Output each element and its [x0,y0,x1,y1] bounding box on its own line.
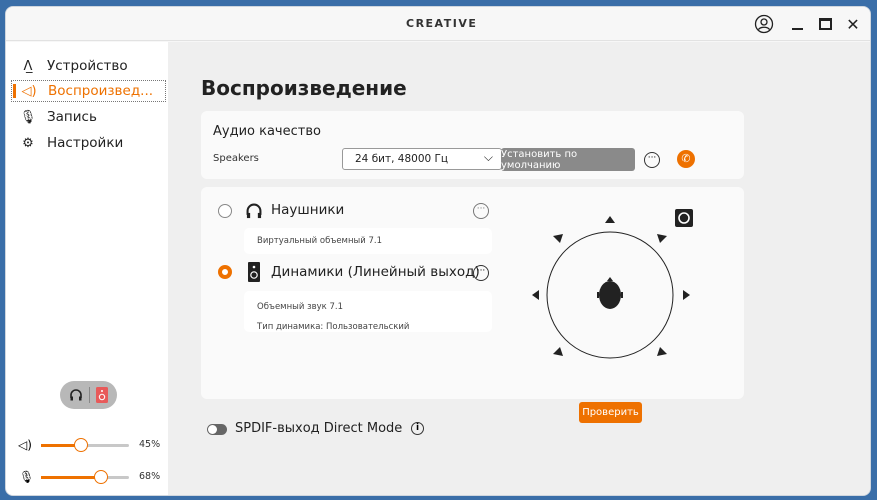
speaker-side-left-icon [532,290,539,300]
close-icon: ✕ [846,14,860,34]
test-button[interactable]: Проверить [579,402,642,423]
listener-head-icon [597,277,623,309]
output-name: Наушники [271,202,345,218]
speaker-box-icon [96,387,108,403]
divider [89,387,90,403]
output-name: Динамики (Линейный выход) [271,264,480,280]
close-button[interactable]: ✕ [842,13,864,35]
headphones-icon [246,203,262,219]
speaker-box-icon [248,262,260,282]
mic-slider[interactable] [41,470,129,484]
speakers-radio[interactable] [218,265,232,279]
format-select[interactable]: 24 бит, 48000 Гц ⌵ [342,148,502,170]
minimize-button[interactable] [786,13,808,35]
volume-icon: ◁) [18,438,32,452]
volume-value: 45% [139,439,161,450]
speaker-icon: ◁) [21,83,37,99]
device-label: Speakers [213,153,259,164]
headphones-icon [70,389,82,401]
section-heading: Аудио качество [213,124,321,139]
maximize-icon [818,18,832,30]
minimize-icon [791,28,803,30]
output-details: Объемный звук 7.1 Тип динамика: Пользоват… [244,291,492,332]
sidebar: Λ̲ Устройство ◁) Воспроизвед... 🎙︎ Запись ⚙… [6,42,168,495]
slider-handle[interactable] [93,470,108,484]
subwoofer-icon [675,209,693,227]
more-options-icon[interactable]: ··· [644,152,660,168]
speaker-front-right-icon [657,234,667,243]
microphone-icon: 🎙︎ [19,470,35,484]
more-options-icon[interactable]: ··· [473,203,489,219]
speaker-rear-right-icon [657,347,667,356]
headphones-radio[interactable] [218,204,232,218]
speaker-front-left-icon [553,234,563,243]
phone-icon[interactable]: ✆ [677,150,695,168]
speaker-rear-left-icon [553,347,563,356]
output-details: Виртуальный объемный 7.1 [244,228,492,254]
mic-value: 68% [139,471,161,482]
audio-quality-card: Аудио качество Speakers 24 бит, 48000 Гц… [201,111,744,179]
device-icon: Λ̲ [23,58,33,74]
spdif-toggle[interactable] [207,424,227,435]
output-switch[interactable] [60,381,117,409]
set-default-button[interactable]: Установить по умолчанию [501,148,635,171]
page-title: Воспроизведение [201,76,407,100]
sidebar-item-playback[interactable]: ◁) Воспроизвед... [11,80,166,102]
sidebar-item-settings[interactable]: ⚙ Настройки [11,132,166,154]
slider-handle[interactable] [73,438,88,452]
info-icon[interactable]: i [411,422,424,435]
sidebar-item-recording[interactable]: 🎙︎ Запись [11,106,166,128]
title-bar: CREATIVE ✕ [6,7,870,41]
volume-slider[interactable] [41,438,129,452]
creative-logo: CREATIVE [406,17,478,30]
more-options-icon[interactable]: ··· [473,265,489,281]
speaker-side-right-icon [683,290,690,300]
user-icon [754,14,774,34]
app-window: CREATIVE ✕ Λ̲ Устройство ◁) Воспроизвед...… [5,6,871,496]
microphone-icon: 🎙︎ [19,109,37,125]
gear-icon: ⚙ [22,135,34,151]
speaker-front-center-icon [605,216,615,223]
spdif-label: SPDIF-выход Direct Mode [235,421,403,436]
maximize-button[interactable] [814,13,836,35]
output-card: Наушники ··· Виртуальный объемный 7.1 Ди… [201,187,744,423]
sidebar-item-device[interactable]: Λ̲ Устройство [11,55,166,77]
chevron-down-icon: ⌵ [483,150,493,164]
speaker-layout-diagram [532,209,693,359]
main-panel: Воспроизведение Аудио качество Speakers … [168,42,870,495]
account-button[interactable] [753,13,775,35]
